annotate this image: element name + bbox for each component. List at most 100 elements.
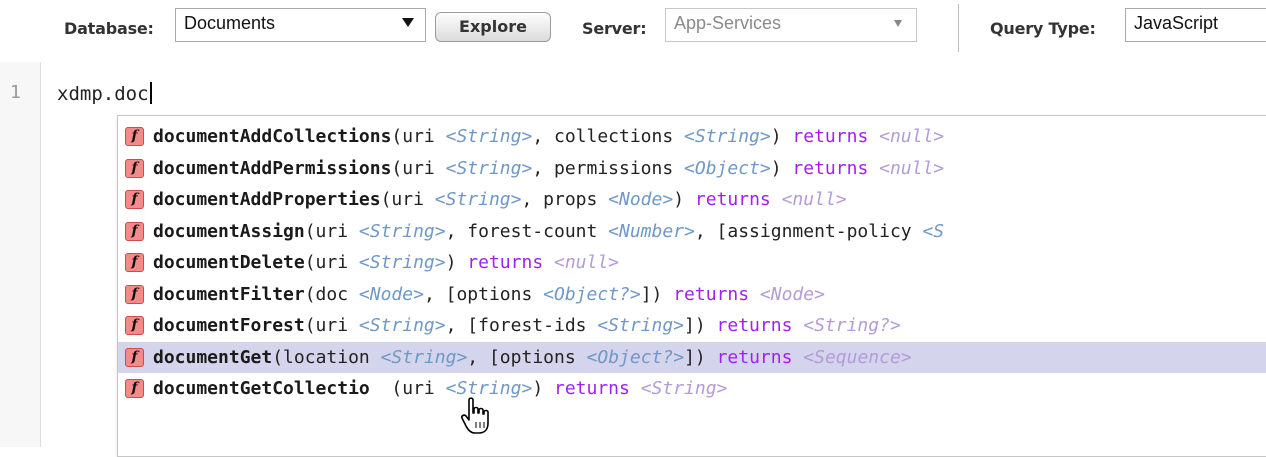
- server-select[interactable]: App-Services: [665, 8, 917, 42]
- autocomplete-item[interactable]: f documentGet(location <String>, [options…: [118, 341, 1266, 373]
- text-cursor: [149, 82, 152, 104]
- signature-text: , forest-count: [445, 220, 609, 242]
- param-type: <String>: [597, 315, 685, 336]
- signature-text: (uri: [369, 378, 446, 399]
- function-name: documentAddCollections: [153, 126, 392, 147]
- autocomplete-item[interactable]: f documentForest(uri <String>, [forest-id…: [118, 310, 1266, 341]
- signature-text: ]): [640, 283, 674, 305]
- return-type: <Node>: [759, 283, 825, 305]
- param-type: <Number>: [608, 220, 695, 242]
- database-select-value: Documents: [184, 13, 276, 33]
- returns-keyword: returns: [694, 189, 782, 210]
- signature-text: ): [532, 378, 554, 399]
- function-icon: f: [125, 379, 144, 398]
- function-icon: f: [125, 347, 144, 367]
- signature-text: (location: [272, 346, 381, 368]
- returns-keyword: returns: [792, 126, 880, 147]
- param-type: <Node>: [608, 189, 674, 210]
- autocomplete-item[interactable]: f documentDelete(uri <String>) returns <n…: [118, 247, 1266, 278]
- signature-text: ): [445, 252, 468, 273]
- param-type: <String>: [358, 220, 446, 242]
- returns-keyword: returns: [716, 315, 804, 336]
- function-icon: f: [125, 253, 144, 272]
- function-name: documentAssign: [153, 220, 305, 242]
- code-text: xdmp.doc: [57, 83, 149, 105]
- autocomplete-item[interactable]: f documentGetCollectio (uri <String>) ret…: [118, 373, 1266, 404]
- function-signature: documentAddCollections(uri <String>, col…: [153, 121, 944, 152]
- param-type: <String>: [358, 315, 446, 336]
- query-type-select-value: JavaScript: [1134, 13, 1219, 33]
- query-type-label: Query Type:: [990, 19, 1096, 38]
- query-toolbar: Database: Documents Explore Server: App-…: [0, 0, 1266, 60]
- param-type: <Object?>: [543, 283, 641, 305]
- code-line[interactable]: xdmp.doc: [57, 82, 152, 105]
- param-type: <Object>: [684, 157, 771, 179]
- signature-text: (uri: [391, 157, 446, 179]
- return-type: <null>: [554, 252, 620, 273]
- param-type: <String>: [445, 126, 533, 147]
- signature-text: ): [770, 126, 793, 147]
- param-type: <S: [922, 220, 945, 242]
- server-select-value: App-Services: [674, 13, 782, 33]
- signature-text: , [options: [423, 283, 544, 305]
- function-name: documentGet: [153, 346, 273, 368]
- function-signature: documentDelete(uri <String>) returns <nu…: [153, 247, 619, 278]
- database-select[interactable]: Documents: [175, 8, 426, 42]
- return-type: <null>: [879, 157, 945, 179]
- signature-text: , collections: [532, 126, 685, 147]
- function-name: documentAddProperties: [153, 189, 381, 210]
- autocomplete-popup: f documentAddCollections(uri <String>, co…: [117, 115, 1266, 457]
- param-type: <Object?>: [586, 346, 685, 368]
- signature-text: ]): [684, 315, 717, 336]
- function-name: documentAddPermissions: [153, 157, 392, 179]
- signature-text: ]): [684, 346, 717, 368]
- server-label: Server:: [582, 19, 647, 38]
- signature-text: (uri: [380, 189, 435, 210]
- database-label: Database:: [64, 19, 154, 38]
- param-type: <Node>: [358, 283, 424, 305]
- signature-text: , [forest-ids: [445, 315, 598, 336]
- return-type: <Sequence>: [803, 346, 912, 368]
- function-icon: f: [125, 221, 144, 241]
- line-number-gutter: 1: [0, 62, 41, 447]
- signature-text: , props: [521, 189, 609, 210]
- function-signature: documentGetCollectio (uri <String>) retu…: [153, 373, 727, 404]
- explore-button[interactable]: Explore: [435, 12, 551, 42]
- query-type-select[interactable]: JavaScript: [1125, 8, 1266, 42]
- function-name: documentDelete: [153, 252, 305, 273]
- param-type: <String>: [358, 252, 446, 273]
- signature-text: (uri: [391, 126, 446, 147]
- function-icon: f: [125, 316, 144, 335]
- function-icon: f: [125, 284, 144, 304]
- signature-text: (uri: [304, 220, 359, 242]
- function-icon: f: [125, 127, 144, 146]
- function-signature: documentGet(location <String>, [options …: [153, 342, 912, 373]
- param-type: <String>: [445, 157, 533, 179]
- function-signature: documentAddProperties(uri <String>, prop…: [153, 184, 847, 215]
- signature-text: ): [770, 157, 793, 179]
- function-icon: f: [125, 190, 144, 209]
- autocomplete-item[interactable]: f documentAddPermissions(uri <String>, pe…: [118, 153, 1266, 184]
- returns-keyword: returns: [554, 378, 641, 399]
- autocomplete-item[interactable]: f documentAddProperties(uri <String>, pro…: [118, 184, 1266, 215]
- param-type: <String>: [434, 189, 522, 210]
- function-signature: documentAddPermissions(uri <String>, per…: [153, 153, 944, 184]
- toolbar-divider: [958, 4, 959, 52]
- function-name: documentFilter: [153, 283, 305, 305]
- returns-keyword: returns: [467, 252, 554, 273]
- chevron-down-icon: [402, 18, 414, 27]
- param-type: <String>: [684, 126, 771, 147]
- returns-keyword: returns: [673, 283, 760, 305]
- signature-text: ): [673, 189, 695, 210]
- returns-keyword: returns: [716, 346, 804, 368]
- function-signature: documentAssign(uri <String>, forest-coun…: [153, 216, 944, 247]
- autocomplete-item[interactable]: f documentFilter(doc <Node>, [options <Ob…: [118, 279, 1266, 310]
- autocomplete-item[interactable]: f documentAssign(uri <String>, forest-cou…: [118, 216, 1266, 247]
- line-number: 1: [10, 82, 21, 103]
- autocomplete-item[interactable]: f documentAddCollections(uri <String>, co…: [118, 121, 1266, 152]
- hand-pointer-icon: [461, 397, 489, 434]
- function-signature: documentForest(uri <String>, [forest-ids…: [153, 310, 901, 341]
- function-name: documentGetCollectio: [153, 378, 370, 399]
- signature-text: (doc: [304, 283, 359, 305]
- signature-text: , [assignment-policy: [694, 220, 923, 242]
